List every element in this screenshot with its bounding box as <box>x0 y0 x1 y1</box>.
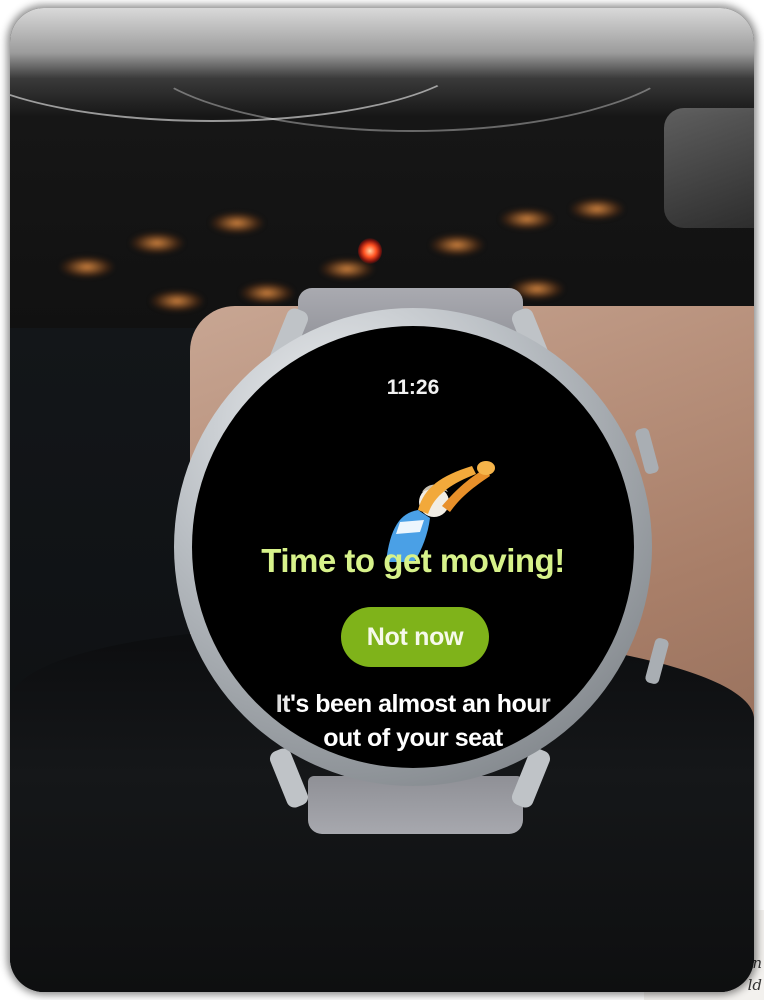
illustration-shirt-light <box>396 520 424 534</box>
watch-screen: 11:26 Time to get moving! Not now It's b… <box>192 326 634 768</box>
key-glow <box>210 212 264 234</box>
key-glow <box>130 232 184 254</box>
notification-message-line-1: It's been almost an hour <box>275 690 551 718</box>
notification-message-line-2: out of your seat <box>323 724 503 752</box>
key-glow <box>430 234 484 256</box>
key-glow <box>60 256 114 278</box>
illustration-hands <box>477 461 495 475</box>
photo: 11:26 Time to get moving! Not now It's b… <box>10 8 754 992</box>
key-glow <box>240 282 294 304</box>
clock-time: 11:26 <box>386 376 440 399</box>
not-now-button[interactable]: Not now <box>341 607 489 667</box>
key-glow <box>570 198 624 220</box>
red-indicator-light <box>358 238 382 264</box>
key-glow <box>150 290 204 312</box>
notification-title: Time to get moving! <box>261 542 565 579</box>
key-glow <box>500 208 554 230</box>
